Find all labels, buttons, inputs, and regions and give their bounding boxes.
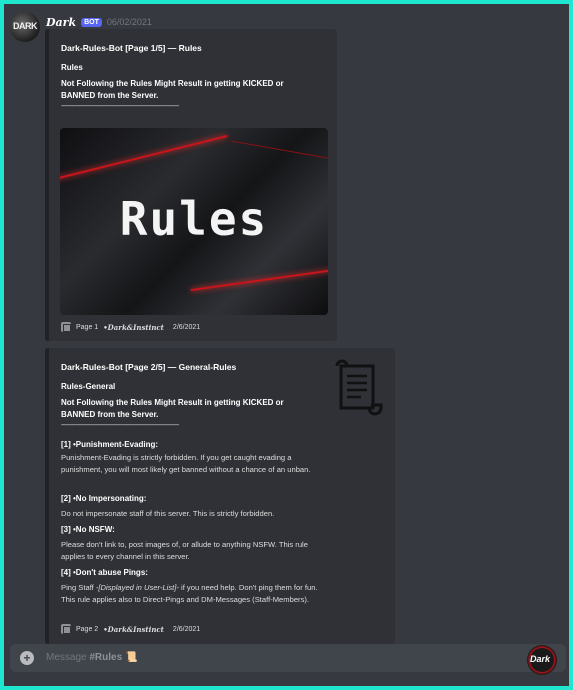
scroll-icon [335,359,383,416]
red-accent-line [230,140,328,161]
embed-divider: ----------------------------------------… [61,103,179,110]
footer-author: •Dark&Instinct [103,322,164,332]
server-logo[interactable]: Dark [527,645,557,675]
embed-footer: Page 1 •Dark&Instinct 2/6/2021 [61,322,204,332]
embed-page-2: Dark-Rules-Bot [Page 2/5] — General-Rule… [45,348,395,644]
rule-text-italic: -[Displayed in User-List]- [95,583,179,592]
placeholder-prefix: Message [46,652,90,663]
footer-page: Page 1 [76,323,99,331]
rule-text: Do not impersonate staff of this server.… [61,509,275,518]
red-accent-line [60,135,228,183]
rule-text: Ping Staff -[Displayed in User-List]- if… [61,582,323,605]
channel-emoji: 📜 [124,652,138,663]
server-logo-text: Dark [530,654,551,664]
embed-description: Not Following the Rules Might Result in … [61,79,284,100]
channel-name: #Rules [89,652,123,663]
footer-icon [61,322,71,332]
bot-badge: BOT [81,17,102,27]
embed-title: Dark-Rules-Bot [Page 2/5] — General-Rule… [61,362,237,372]
embed-divider: ----------------------------------------… [61,422,179,429]
avatar-text: DARK [13,21,38,31]
footer-date: 2/6/2021 [172,625,201,633]
chat-frame: DARK Dark BOT 06/02/2021 Dark-Rules-Bot … [4,4,569,686]
rule-heading: [2] •No Impersonating: [61,494,147,503]
footer-icon [61,624,71,634]
rule-heading: [3] •No NSFW: [61,525,115,534]
timestamp: 06/02/2021 [106,17,152,27]
avatar[interactable]: DARK [10,12,40,42]
embed-footer: Page 2 •Dark&Instinct 2/6/2021 [61,624,204,634]
rule-text: Punishment-Evading is strictly forbidden… [61,453,311,474]
embed-subtitle: Rules-General [61,382,116,391]
add-attachment-button[interactable]: + [20,651,34,665]
red-accent-line [190,266,328,292]
embed-title: Dark-Rules-Bot [Page 1/5] — Rules [61,43,202,53]
message-placeholder: Message #Rules 📜 [46,652,137,663]
embed-page-1: Dark-Rules-Bot [Page 1/5] — Rules Rules … [45,29,337,341]
message-header: Dark BOT 06/02/2021 [46,14,152,30]
footer-page: Page 2 [76,625,99,633]
footer-author: •Dark&Instinct [103,624,164,634]
username[interactable]: Dark [46,16,76,29]
message-input[interactable]: + Message #Rules 📜 [10,644,566,672]
rule-heading: [4] •Don't abuse Pings: [61,568,148,577]
rule-text-part: Ping Staff [61,583,96,592]
embed-description: Not Following the Rules Might Result in … [61,398,284,419]
embed-subtitle: Rules [61,63,83,72]
footer-date: 2/6/2021 [172,323,201,331]
rule-text: Please don't link to, post images of, or… [61,540,308,561]
rules-banner-image[interactable]: Rules [60,128,328,315]
banner-text: Rules [119,192,269,246]
rule-heading: [1] •Punishment-Evading: [61,440,159,449]
